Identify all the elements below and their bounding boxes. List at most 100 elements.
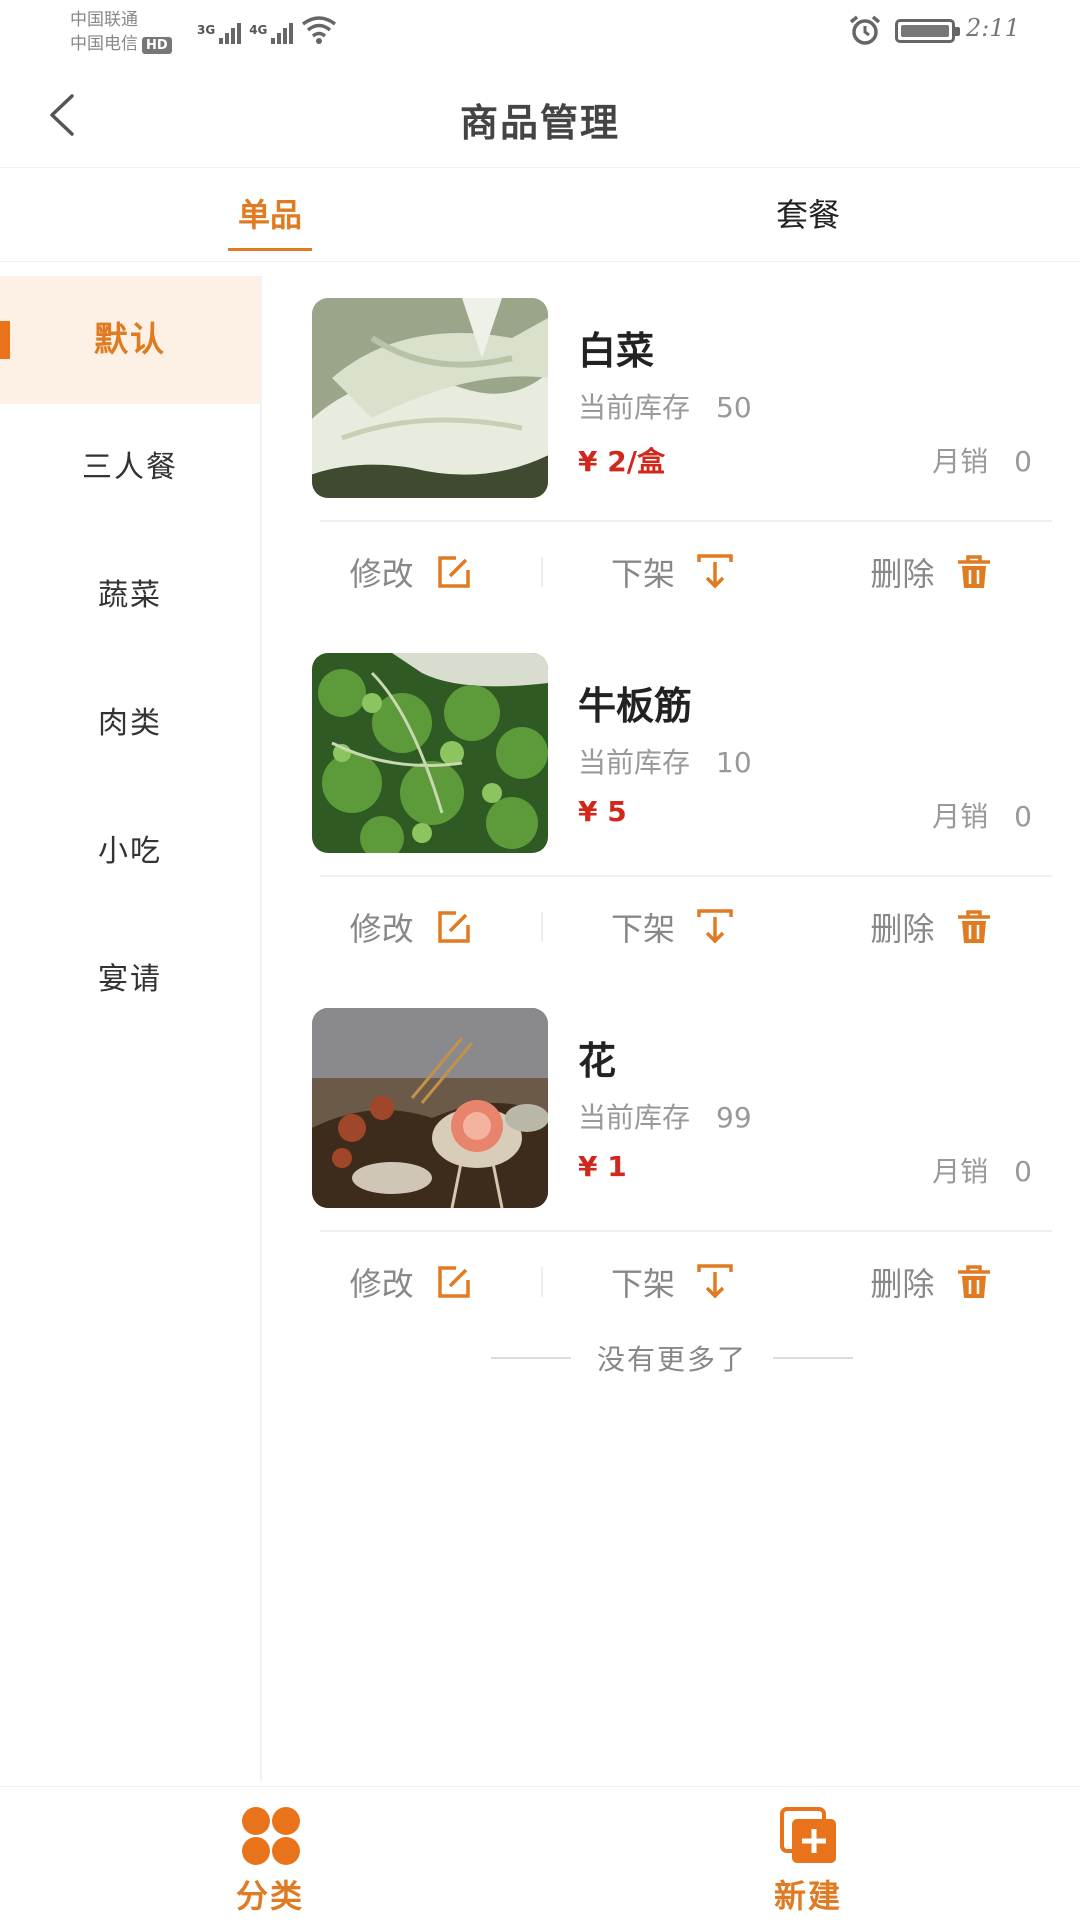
edit-label: 修改 <box>349 1265 414 1303</box>
product-price: ¥ 5 <box>578 795 627 828</box>
trash-icon <box>958 910 991 943</box>
list-end-indicator: 没有更多了 <box>282 1338 1062 1378</box>
net-type-2: 4G <box>249 23 268 37</box>
download-icon <box>697 909 733 944</box>
card-divider <box>320 875 1052 877</box>
product-image <box>312 1008 548 1208</box>
stock-label: 当前库存 <box>578 746 691 779</box>
product-card: 花 当前库存 99 ¥ 1 月销 0 修改 下架 删除 <box>282 986 1062 1341</box>
create-label: 新建 <box>773 1877 842 1915</box>
grid-icon <box>242 1807 300 1865</box>
app-header: 商品管理 <box>0 60 1080 168</box>
edit-label: 修改 <box>349 910 414 948</box>
delete-button[interactable]: 删除 <box>803 1242 1062 1322</box>
product-price: ¥ 2/盒 <box>578 445 665 478</box>
stock-value: 50 <box>716 391 752 424</box>
product-image <box>312 298 548 498</box>
divider-line-left <box>490 1357 571 1359</box>
stock-label: 当前库存 <box>578 391 691 424</box>
product-card: 牛板筋 当前库存 10 ¥ 5 月销 0 修改 下架 删除 <box>282 631 1062 986</box>
signal-4g-icon: 4G <box>249 23 294 44</box>
product-image <box>312 653 548 853</box>
card-actions: 修改 下架 删除 <box>282 532 1062 612</box>
product-monthly-sales: 月销 0 <box>932 1150 1032 1190</box>
sales-value: 0 <box>1014 800 1032 833</box>
no-more-text: 没有更多了 <box>596 1343 747 1376</box>
product-name: 牛板筋 <box>578 684 693 728</box>
stock-value: 10 <box>716 746 752 779</box>
edit-button[interactable]: 修改 <box>282 532 541 612</box>
wifi-icon <box>302 16 337 44</box>
product-stock: 当前库存 10 <box>578 741 752 781</box>
product-name: 花 <box>578 1039 617 1083</box>
delete-button[interactable]: 删除 <box>803 887 1062 967</box>
product-monthly-sales: 月销 0 <box>932 440 1032 480</box>
create-button[interactable]: 新建 <box>658 1787 958 1920</box>
category-label: 分类 <box>235 1877 304 1915</box>
stock-value: 99 <box>716 1101 752 1134</box>
product-stock: 当前库存 50 <box>578 386 752 426</box>
edit-label: 修改 <box>349 555 414 593</box>
category-button[interactable]: 分类 <box>120 1787 420 1920</box>
offshelf-button[interactable]: 下架 <box>543 887 802 967</box>
offshelf-label: 下架 <box>610 1265 675 1303</box>
sidebar-item-meat[interactable]: 肉类 <box>0 660 260 788</box>
net-type-1: 3G <box>197 23 216 37</box>
delete-button[interactable]: 删除 <box>803 532 1062 612</box>
card-actions: 修改 下架 删除 <box>282 1242 1062 1322</box>
delete-label: 删除 <box>870 555 935 593</box>
edit-icon <box>437 911 470 943</box>
edit-icon <box>437 1266 470 1298</box>
carrier-info: 中国联通 中国电信 HD <box>70 8 172 56</box>
hd-badge: HD <box>142 37 172 54</box>
clock: 2:11 <box>966 14 1020 42</box>
bottom-bar: 分类 新建 <box>0 1786 1080 1920</box>
sidebar-item-three-person-meal[interactable]: 三人餐 <box>0 404 260 532</box>
battery-icon <box>895 19 960 43</box>
edit-button[interactable]: 修改 <box>282 1242 541 1322</box>
status-bar: 中国联通 中国电信 HD 3G 4G 2:11 <box>0 0 1080 60</box>
offshelf-button[interactable]: 下架 <box>543 1242 802 1322</box>
carrier-1: 中国联通 <box>70 10 138 30</box>
card-divider <box>320 1230 1052 1232</box>
card-divider <box>320 520 1052 522</box>
product-price: ¥ 1 <box>578 1150 627 1183</box>
tab-combo[interactable]: 套餐 <box>658 168 958 262</box>
trash-icon <box>958 1265 991 1298</box>
delete-label: 删除 <box>870 1265 935 1303</box>
category-sidebar: 默认 三人餐 蔬菜 肉类 小吃 宴请 <box>0 276 262 1781</box>
product-name: 白菜 <box>578 329 655 373</box>
edit-button[interactable]: 修改 <box>282 887 541 967</box>
sales-value: 0 <box>1014 445 1032 478</box>
tab-single-item[interactable]: 单品 <box>120 168 420 262</box>
download-icon <box>697 1264 733 1299</box>
product-list: 白菜 当前库存 50 ¥ 2/盒 月销 0 修改 下架 删除 牛板筋 当前库存 … <box>282 276 1062 1341</box>
sales-label: 月销 <box>932 445 989 478</box>
trash-icon <box>958 555 991 588</box>
delete-label: 删除 <box>870 910 935 948</box>
tab-bar: 单品 套餐 <box>0 168 1080 262</box>
alarm-icon <box>849 15 881 45</box>
sales-label: 月销 <box>932 800 989 833</box>
divider-line-right <box>773 1357 853 1359</box>
stock-label: 当前库存 <box>578 1101 691 1134</box>
sales-value: 0 <box>1014 1155 1032 1188</box>
sidebar-item-vegetables[interactable]: 蔬菜 <box>0 532 260 660</box>
card-actions: 修改 下架 删除 <box>282 887 1062 967</box>
download-icon <box>697 554 733 589</box>
add-icon <box>780 1807 836 1863</box>
signal-3g-icon: 3G <box>197 23 242 44</box>
sales-label: 月销 <box>932 1155 989 1188</box>
offshelf-button[interactable]: 下架 <box>543 532 802 612</box>
sidebar-item-snacks[interactable]: 小吃 <box>0 788 260 916</box>
product-stock: 当前库存 99 <box>578 1096 752 1136</box>
product-card: 白菜 当前库存 50 ¥ 2/盒 月销 0 修改 下架 删除 <box>282 276 1062 631</box>
page-title: 商品管理 <box>459 101 620 145</box>
offshelf-label: 下架 <box>610 910 675 948</box>
product-monthly-sales: 月销 0 <box>932 795 1032 835</box>
carrier-2: 中国电信 <box>70 34 138 54</box>
offshelf-label: 下架 <box>610 555 675 593</box>
sidebar-item-banquet[interactable]: 宴请 <box>0 916 260 1044</box>
signal-indicators: 3G 4G <box>197 14 337 44</box>
sidebar-item-default[interactable]: 默认 <box>0 276 260 404</box>
